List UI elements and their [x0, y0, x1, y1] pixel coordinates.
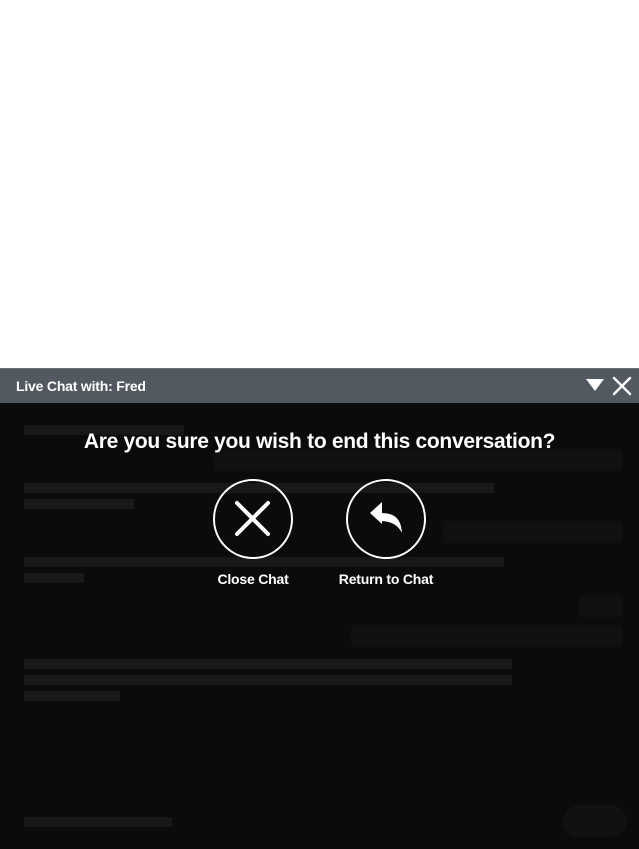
return-to-chat-label[interactable]: Return to Chat — [331, 571, 441, 587]
reply-arrow-icon — [370, 502, 402, 533]
close-chat-circle[interactable] — [213, 479, 293, 559]
confirm-question: Are you sure you wish to end this conver… — [83, 430, 556, 453]
chat-body: Are you sure you wish to end this conver… — [0, 403, 639, 849]
x-icon — [235, 501, 270, 536]
triangle-down-icon — [586, 379, 604, 391]
close-chat-label[interactable]: Close Chat — [198, 571, 308, 587]
live-chat-panel: Live Chat with: Fred Are you sure you wi… — [0, 368, 639, 849]
minimize-button[interactable] — [583, 369, 607, 404]
return-to-chat-circle[interactable] — [346, 479, 426, 559]
page: Live Chat with: Fred Are you sure you wi… — [0, 0, 639, 849]
end-chat-confirm-overlay: Are you sure you wish to end this conver… — [0, 403, 639, 849]
close-icon — [612, 376, 632, 396]
close-chat-window-button[interactable] — [610, 369, 634, 404]
close-chat-button[interactable]: Close Chat — [198, 479, 308, 587]
chat-title: Live Chat with: Fred — [16, 378, 146, 394]
return-to-chat-button[interactable]: Return to Chat — [331, 479, 441, 587]
chat-header: Live Chat with: Fred — [0, 368, 639, 403]
